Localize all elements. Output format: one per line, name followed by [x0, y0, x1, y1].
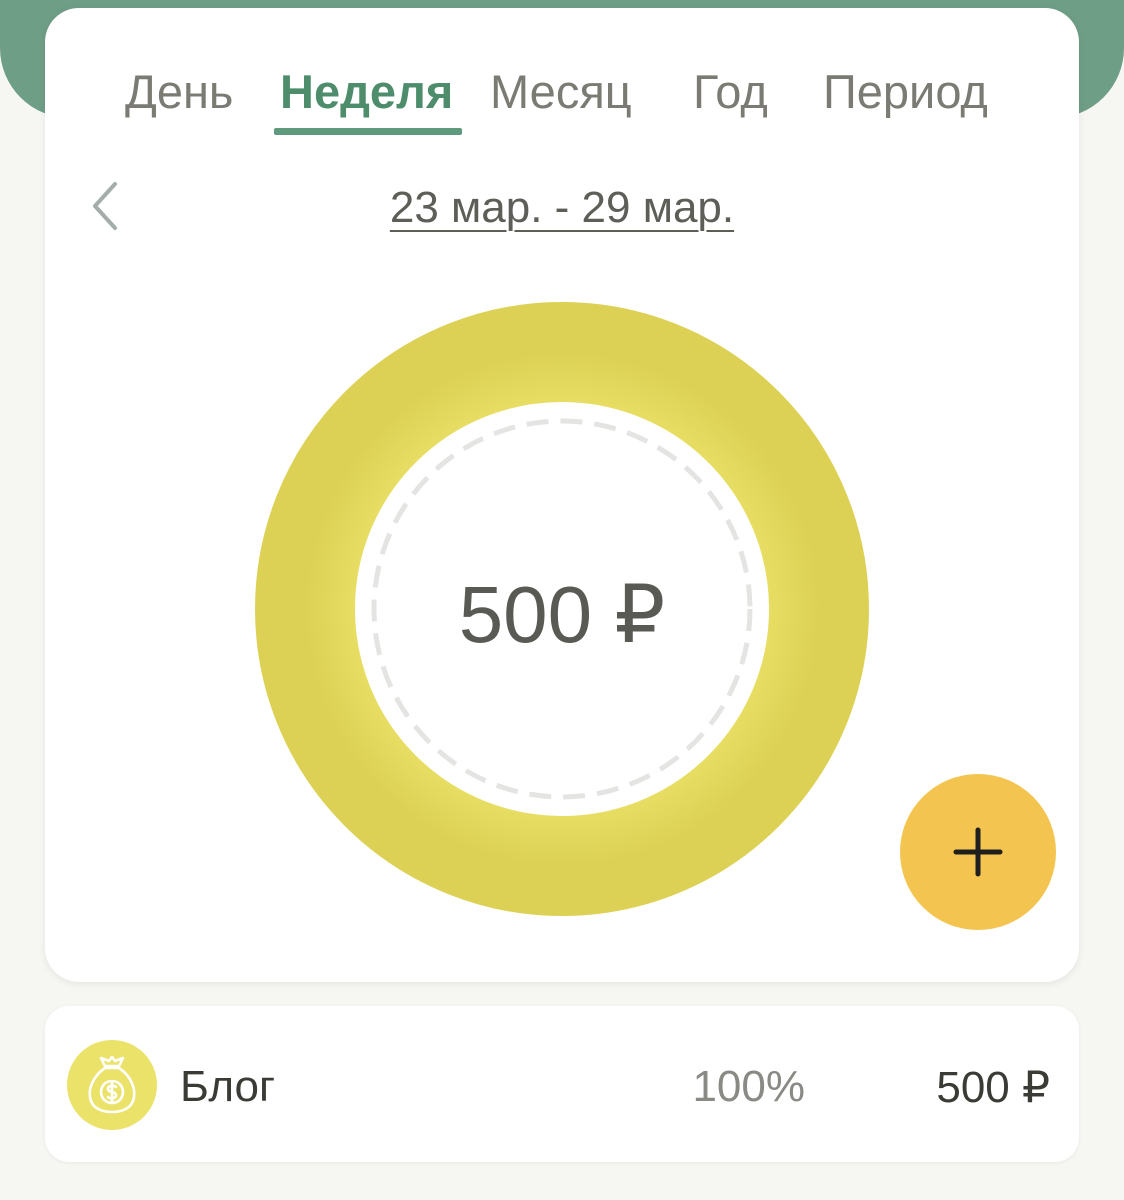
category-name: Блог: [180, 1062, 276, 1111]
category-row-blog[interactable]: Блог 100% 500 ₽: [45, 1006, 1079, 1162]
total-amount: 500 ₽: [458, 570, 666, 659]
money-bag-icon: [88, 1055, 136, 1114]
period-tabs: День Неделя Месяц Год Период: [45, 8, 1079, 138]
active-tab-indicator: [274, 128, 462, 135]
tab-day[interactable]: День: [125, 64, 233, 119]
summary-card: День Неделя Месяц Год Период 23 мар. - 2…: [45, 8, 1079, 982]
tab-month[interactable]: Месяц: [490, 64, 632, 119]
app-screen: День Неделя Месяц Год Период 23 мар. - 2…: [0, 0, 1124, 1200]
category-icon-badge: [67, 1040, 157, 1130]
plus-icon: [953, 827, 1003, 877]
tab-week[interactable]: Неделя: [280, 64, 453, 119]
period-range: 23 мар. - 29 мар.: [45, 183, 1079, 233]
tab-year[interactable]: Год: [693, 64, 768, 119]
category-percent: 100%: [692, 1062, 805, 1111]
tab-period[interactable]: Период: [823, 64, 988, 119]
period-range-link[interactable]: 23 мар. - 29 мар.: [390, 183, 734, 232]
category-amount: 500 ₽: [936, 1063, 1050, 1112]
add-button[interactable]: [900, 774, 1056, 930]
